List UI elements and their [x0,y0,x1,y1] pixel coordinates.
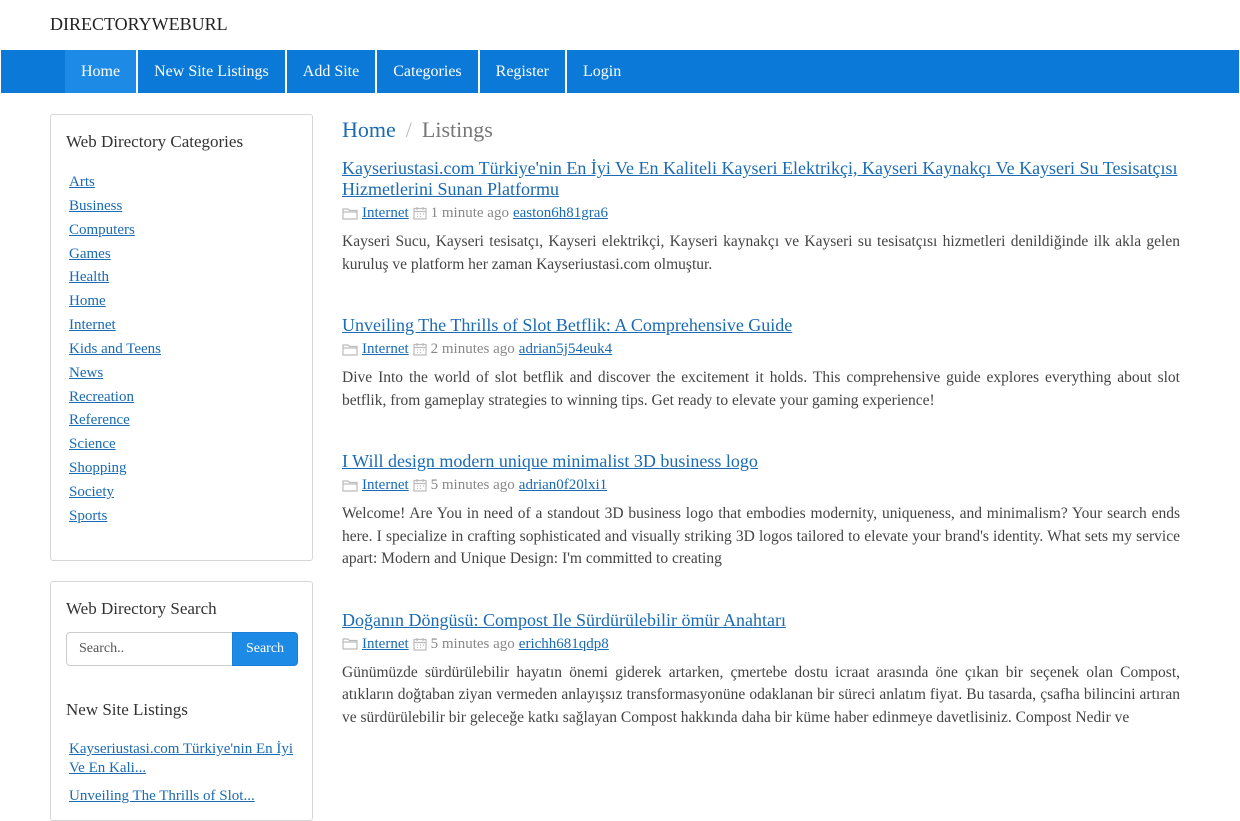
listing-meta: Internet 2 minutes ago adrian5j54euk4 [342,339,1180,359]
listing-title-link[interactable]: Doğanın Döngüsü: Compost Ile Sürdürülebi… [342,610,786,630]
listing-category-link[interactable]: Internet [362,634,409,654]
nav-categories[interactable]: Categories [377,50,480,93]
breadcrumb-home[interactable]: Home [342,117,396,142]
listing-description: Welcome! Are You in need of a standout 3… [342,505,1180,567]
listing-meta: Internet 5 minutes ago adrian0f20lxi1 [342,475,1180,495]
header: DIRECTORYWEBURL [0,0,1240,50]
main-content: Home / Listings Kayseriustasi.com Türkiye'… [342,114,1180,729]
breadcrumb: Home / Listings [342,114,1180,146]
category-link-health[interactable]: Health [69,269,109,285]
category-link-kids-and-teens[interactable]: Kids and Teens [69,341,161,357]
category-link-business[interactable]: Business [69,198,122,214]
listing-user-link[interactable]: adrian5j54euk4 [519,339,612,359]
listing-meta: Internet 5 minutes ago erichh681qdp8 [342,634,1180,654]
category-link-arts[interactable]: Arts [69,174,95,190]
folder-icon [342,479,358,492]
calendar-icon [413,479,427,492]
category-link-news[interactable]: News [69,365,103,381]
nav-home[interactable]: Home [65,50,139,93]
search-button[interactable]: Search [232,632,298,666]
listing-title-link[interactable]: Kayseriustasi.com Türkiye'nin En İyi Ve … [342,158,1177,199]
listing-time: 5 minutes ago [430,635,515,652]
new-listings-title: New Site Listings [66,700,188,719]
listing-title-link[interactable]: I Will design modern unique minimalist 3… [342,451,758,471]
breadcrumb-separator: / [405,117,412,142]
listing-item: Unveiling The Thrills of Slot Betflik: A… [342,315,1180,412]
search-panel: Web Directory Search Search New Site Lis… [50,581,313,821]
nav-login[interactable]: Login [567,50,637,93]
listing-title-link[interactable]: Unveiling The Thrills of Slot Betflik: A… [342,315,792,335]
category-link-games[interactable]: Games [69,246,111,262]
new-listing-link[interactable]: Unveiling The Thrills of Slot... [69,788,255,804]
listing-time: 1 minute ago [430,205,509,221]
calendar-icon [413,637,427,651]
listing-category-link[interactable]: Internet [362,339,409,359]
category-link-home[interactable]: Home [69,293,106,309]
category-link-science[interactable]: Science [69,436,116,452]
category-link-computers[interactable]: Computers [69,222,135,238]
new-listings-list: Kayseriustasi.com Türkiye'nin En İyi Ve … [69,740,294,815]
nav-register[interactable]: Register [480,50,567,93]
listing-time: 2 minutes ago [430,341,515,357]
listing-item: Kayseriustasi.com Türkiye'nin En İyi Ve … [342,158,1180,276]
calendar-icon [413,207,427,220]
category-link-society[interactable]: Society [69,484,114,500]
category-link-recreation[interactable]: Recreation [69,389,134,405]
category-link-shopping[interactable]: Shopping [69,460,127,476]
category-link-reference[interactable]: Reference [69,412,130,428]
categories-title: Web Directory Categories [66,132,244,151]
categories-panel: Web Directory Categories Arts Business C… [50,114,313,561]
category-link-sports[interactable]: Sports [69,508,107,524]
site-logo[interactable]: DIRECTORYWEBURL [50,14,228,35]
search-title: Web Directory Search [66,599,217,618]
listing-meta: Internet 1 minute ago easton6h81gra6 [342,203,1180,223]
listing-user-link[interactable]: erichh681qdp8 [519,634,609,654]
folder-icon [342,207,358,220]
main-nav: Home New Site Listings Add Site Categori… [1,50,1239,93]
listing-description: Günümüzde sürdürülebilir hayatın önemi g… [342,663,1180,726]
listing-category-link[interactable]: Internet [362,475,409,495]
listing-category-link[interactable]: Internet [362,203,409,223]
listing-time: 5 minutes ago [430,477,515,493]
listing-user-link[interactable]: adrian0f20lxi1 [519,475,607,495]
nav-add-site[interactable]: Add Site [287,50,378,93]
folder-icon [342,343,358,356]
nav-new-site-listings[interactable]: New Site Listings [138,50,287,93]
search-input[interactable] [66,632,233,666]
category-link-internet[interactable]: Internet [69,317,116,333]
listing-description: Dive Into the world of slot betflik and … [342,369,1180,409]
listing-description: Kayseri Sucu, Kayseri tesisatçı, Kayseri… [342,233,1180,273]
folder-icon [342,638,358,650]
new-listing-link[interactable]: Kayseriustasi.com Türkiye'nin En İyi Ve … [69,741,293,776]
listing-item: I Will design modern unique minimalist 3… [342,451,1180,571]
breadcrumb-current: Listings [421,117,493,142]
listing-user-link[interactable]: easton6h81gra6 [513,203,608,223]
calendar-icon [413,343,427,356]
listing-item: Doğanın Döngüsü: Compost Ile Sürdürülebi… [342,610,1180,730]
category-list: Arts Business Computers Games Health Hom… [69,172,161,530]
